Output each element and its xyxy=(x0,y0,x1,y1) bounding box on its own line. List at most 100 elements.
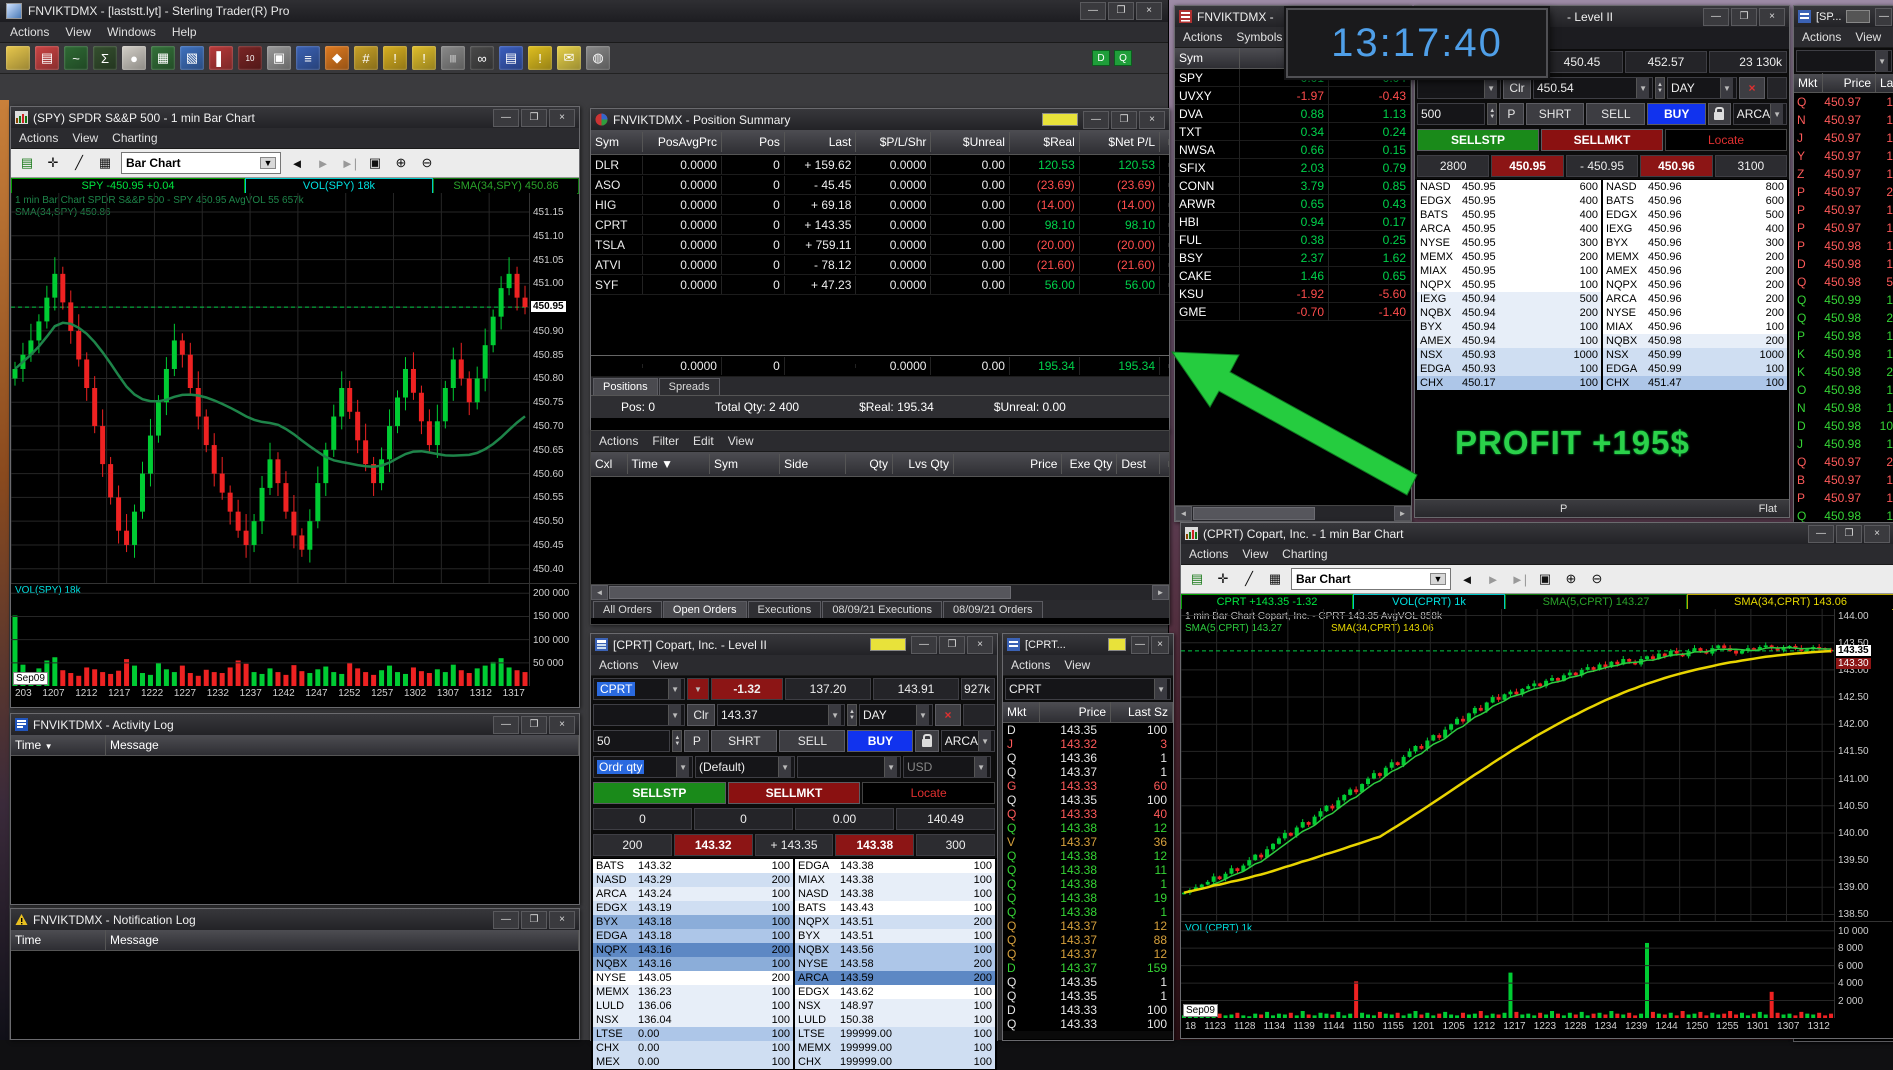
col-message[interactable]: Message xyxy=(106,930,579,950)
book-row[interactable]: CHX199999.00100 xyxy=(795,1055,995,1069)
col-time[interactable]: Time ▼ xyxy=(11,735,106,755)
sell-button[interactable]: SELL xyxy=(1586,103,1645,125)
col-unreal[interactable]: $Unreal xyxy=(931,132,1010,152)
book-row[interactable]: MIAX143.38100 xyxy=(795,873,995,887)
buy-button[interactable]: BUY xyxy=(847,730,913,752)
watchlist-row[interactable]: KSU-1.92-5.60 xyxy=(1175,285,1411,303)
menu-item-actions[interactable]: Actions xyxy=(1011,658,1050,672)
crosshair-icon[interactable]: ✛ xyxy=(43,153,63,173)
quote-row[interactable]: P450.971 xyxy=(1794,219,1893,237)
nav-end-icon[interactable]: ►| xyxy=(1509,569,1529,589)
book-row[interactable]: NSX136.04100 xyxy=(593,1013,793,1027)
col-time[interactable]: Time ▼ xyxy=(628,454,710,474)
quote-row[interactable]: D450.9810 xyxy=(1794,417,1893,435)
watchlist-row[interactable]: ARWR0.650.43 xyxy=(1175,195,1411,213)
spy-chart-titlebar[interactable]: (SPY) SPDR S&&P 500 - 1 min Bar Chart — … xyxy=(11,107,579,128)
book-row[interactable]: ARCA143.24100 xyxy=(593,887,793,901)
schedule-icon[interactable]: ▧ xyxy=(180,46,204,70)
col-price[interactable]: Price xyxy=(1040,702,1111,722)
ts-row[interactable]: Q143.33100 xyxy=(1003,1017,1173,1031)
book-row[interactable]: NSX450.991000 xyxy=(1603,348,1787,362)
menu-item-view[interactable]: View xyxy=(1855,30,1881,44)
book-row[interactable]: NASD143.29200 xyxy=(593,873,793,887)
menu-item-filter[interactable]: Filter xyxy=(652,434,679,448)
menu-item-edit[interactable]: Edit xyxy=(693,434,714,448)
scroll-thumb[interactable] xyxy=(609,586,1011,599)
menu-item-actions[interactable]: Actions xyxy=(1802,30,1841,44)
col-mkt[interactable]: Mkt xyxy=(1794,73,1823,93)
close-button[interactable]: × xyxy=(1136,2,1162,20)
col-dest[interactable]: Dest xyxy=(1117,454,1160,474)
blank-field[interactable] xyxy=(963,704,995,726)
price-stepper[interactable]: ▲▼ xyxy=(1655,77,1665,99)
minimize-button[interactable]: — xyxy=(1875,8,1892,26)
col-sym[interactable]: Sym xyxy=(591,132,643,152)
table-row[interactable]: ATVI0.00000- 78.120.00000.00(21.60)(21.6… xyxy=(591,255,1169,275)
nav-back-icon[interactable]: ◄ xyxy=(1457,569,1477,589)
menu-item-actions[interactable]: Actions xyxy=(19,131,58,145)
close-button[interactable]: × xyxy=(549,911,575,929)
book-row[interactable]: CHX0.00100 xyxy=(593,1041,793,1055)
bell-alert-icon[interactable]: ! xyxy=(383,46,407,70)
watchlist-row[interactable]: DVA0.881.13 xyxy=(1175,105,1411,123)
col-lvsqty[interactable]: Lvs Qty xyxy=(893,454,954,474)
book-row[interactable]: NYSE143.05200 xyxy=(593,971,793,985)
quote-row[interactable]: Y450.971 xyxy=(1794,147,1893,165)
col-posavgprc[interactable]: PosAvgPrc xyxy=(643,132,722,152)
sp-quotes-titlebar[interactable]: [SP... —❐ xyxy=(1794,6,1893,27)
minimize-button[interactable]: — xyxy=(1703,8,1729,26)
table-row[interactable]: TSLA0.00000+ 759.110.00000.00(20.00)(20.… xyxy=(591,235,1169,255)
short-button[interactable]: SHRT xyxy=(711,730,777,752)
book-row[interactable]: BATS143.43100 xyxy=(795,901,995,915)
bar-levels-icon[interactable]: ▦ xyxy=(151,46,175,70)
watchlist-hscrollbar[interactable]: ◄ ► xyxy=(1175,505,1411,521)
quote-row[interactable]: J450.971 xyxy=(1794,129,1893,147)
book-row[interactable]: ARCA143.59200 xyxy=(795,971,995,985)
book-row[interactable]: NQBX143.56100 xyxy=(795,943,995,957)
book-row[interactable]: NASD143.38100 xyxy=(795,887,995,901)
grid-settings-icon[interactable]: ▦ xyxy=(95,153,115,173)
price-input[interactable]: 450.54▼ xyxy=(1533,77,1653,99)
scroll-thumb[interactable] xyxy=(1193,507,1315,520)
pie-chart-icon[interactable]: ● xyxy=(122,46,146,70)
book-row[interactable]: LULD136.06100 xyxy=(593,999,793,1013)
watchlist-row[interactable]: CONN3.790.85 xyxy=(1175,177,1411,195)
watchlist-row[interactable]: FUL0.380.25 xyxy=(1175,231,1411,249)
col-pos[interactable]: Pos xyxy=(722,132,785,152)
locate-button[interactable]: Locate xyxy=(862,782,995,804)
tab-08-09-21-orders[interactable]: 08/09/21 Orders xyxy=(943,601,1043,618)
layers-page-icon[interactable]: ▤ xyxy=(35,46,59,70)
zoom-select-icon[interactable]: ▣ xyxy=(1535,569,1555,589)
quote-row[interactable]: P450.981 xyxy=(1794,237,1893,255)
menu-item-actions[interactable]: Actions xyxy=(10,25,49,39)
menu-item-view[interactable]: View xyxy=(728,434,754,448)
menu-item-actions[interactable]: Actions xyxy=(1189,547,1228,561)
book-row[interactable]: EDGA450.93100 xyxy=(1417,362,1601,376)
menu-item-view[interactable]: View xyxy=(652,658,678,672)
account-select[interactable]: ▼ xyxy=(1417,77,1501,99)
orders-hscrollbar[interactable]: ◄ ► xyxy=(591,584,1169,600)
col-lastsz[interactable]: Last Sz xyxy=(1111,702,1173,722)
sellmkt-button[interactable]: SELLMKT xyxy=(728,782,861,804)
table-row[interactable]: CPRT0.00000+ 143.350.00000.0098.1098.10 xyxy=(591,215,1169,235)
col-qty[interactable]: Qty xyxy=(846,454,893,474)
cprt-ts-titlebar[interactable]: [CPRT... —× xyxy=(1003,634,1173,655)
watchlist-row[interactable]: HBI0.940.17 xyxy=(1175,213,1411,231)
quote-row[interactable]: D450.981 xyxy=(1794,255,1893,273)
clock-window[interactable]: 13:17:40 xyxy=(1286,8,1548,78)
col-message[interactable]: Message xyxy=(106,735,579,755)
zoom-out-icon[interactable]: ⊖ xyxy=(417,153,437,173)
menu-item-actions[interactable]: Actions xyxy=(599,434,638,448)
menu-item-symbols[interactable]: Symbols xyxy=(1236,30,1282,44)
account-select[interactable]: ▼ xyxy=(593,704,685,726)
watchlist-row[interactable]: SFIX2.030.79 xyxy=(1175,159,1411,177)
blank-field[interactable] xyxy=(1767,77,1787,99)
menu-item-help[interactable]: Help xyxy=(172,25,197,39)
price-stepper[interactable]: ▲▼ xyxy=(847,704,857,726)
quote-row[interactable]: P450.972 xyxy=(1794,183,1893,201)
book-row[interactable]: EDGX143.19100 xyxy=(593,901,793,915)
menu-item-charting[interactable]: Charting xyxy=(1282,547,1327,561)
book-row[interactable]: NYSE450.96200 xyxy=(1603,306,1787,320)
menu-item-view[interactable]: View xyxy=(72,131,98,145)
book-row[interactable]: LTSE199999.00100 xyxy=(795,1027,995,1041)
